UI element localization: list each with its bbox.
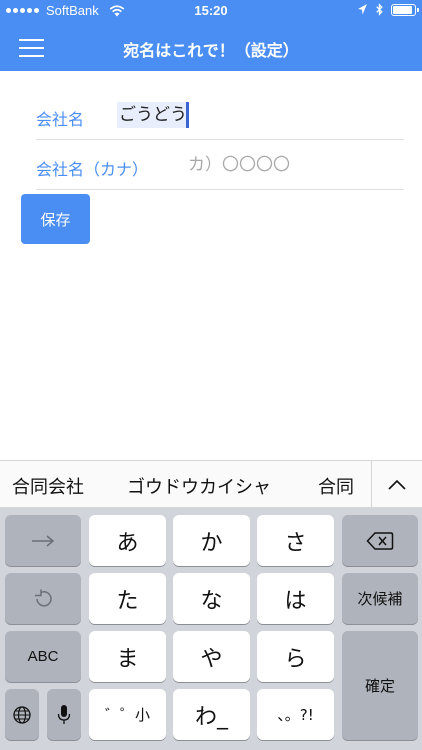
key-a-label: あ — [116, 530, 139, 556]
company-kana-input[interactable] — [188, 152, 388, 178]
location-arrow-icon — [358, 4, 367, 15]
arrow-right-icon — [32, 534, 55, 547]
battery-icon — [391, 3, 419, 16]
key-ta[interactable]: た — [89, 573, 166, 624]
confirm-key[interactable]: 確定 — [342, 631, 418, 740]
dakuten-small-key[interactable]: ゛゜小 — [89, 689, 166, 740]
candidate-item[interactable]: ゴウドウカイシャ — [127, 473, 271, 499]
key-ka[interactable]: か — [173, 515, 250, 566]
microphone-icon — [57, 704, 71, 724]
key-ka-label: か — [200, 530, 223, 556]
text-cursor — [186, 102, 189, 128]
company-name-label: 会社名 — [36, 110, 85, 129]
key-sa[interactable]: さ — [257, 515, 334, 566]
dakuten-small-label: ゛゜小 — [104, 706, 150, 724]
key-ya[interactable]: や — [173, 631, 250, 682]
company-name-input[interactable]: ごうどう — [117, 102, 189, 128]
candidate-bar: 合同会社 ゴウドウカイシャ 合同 — [0, 460, 422, 508]
key-wa[interactable]: わ_ — [173, 689, 250, 740]
abc-key-label: ABC — [27, 648, 59, 665]
save-button[interactable]: 保存 — [21, 194, 90, 244]
page-title: 宛名はこれで！（設定） — [123, 41, 299, 60]
key-ya-label: や — [200, 646, 223, 672]
candidate-expand-button[interactable] — [372, 461, 422, 508]
status-right — [357, 3, 419, 16]
punctuation-key-label: 、。?! — [277, 706, 314, 724]
key-ma-label: ま — [116, 646, 139, 672]
microphone-key[interactable] — [47, 689, 81, 740]
status-bar: SoftBank 15:20 — [0, 0, 422, 24]
company-kana-row: 会社名（カナ） — [36, 140, 404, 190]
key-ha[interactable]: は — [257, 573, 334, 624]
undo-icon — [35, 589, 52, 607]
key-ha-label: は — [284, 588, 307, 614]
hamburger-menu-icon[interactable] — [19, 39, 44, 57]
chevron-up-icon — [388, 479, 406, 490]
abc-key[interactable]: ABC — [5, 631, 81, 682]
candidate-item[interactable]: 合同 — [318, 473, 354, 499]
key-na[interactable]: な — [173, 573, 250, 624]
candidate-item[interactable]: 合同会社 — [12, 473, 84, 499]
globe-key[interactable] — [5, 689, 39, 740]
company-name-row: 会社名 ごうどう — [36, 90, 404, 140]
backspace-icon — [366, 531, 394, 550]
key-na-label: な — [200, 588, 223, 614]
next-candidate-key[interactable]: 次候補 — [342, 573, 418, 624]
company-kana-label: 会社名（カナ） — [36, 160, 149, 179]
globe-icon — [13, 705, 31, 724]
key-ra[interactable]: ら — [257, 631, 334, 682]
key-wa-label: わ_ — [194, 704, 228, 730]
confirm-key-label: 確定 — [364, 677, 395, 695]
japanese-flick-keyboard: あ か さ た な は 次候補 ABC ま や ら 確定 ゛゜小 わ_ 、。?! — [0, 508, 422, 750]
key-sa-label: さ — [284, 530, 307, 556]
key-a[interactable]: あ — [89, 515, 166, 566]
punctuation-key[interactable]: 、。?! — [257, 689, 334, 740]
bluetooth-icon — [376, 3, 383, 16]
undo-key[interactable] — [5, 573, 81, 624]
app-header: 宛名はこれで！（設定） — [0, 24, 422, 71]
battery-level — [393, 5, 412, 14]
key-ta-label: た — [116, 588, 139, 614]
arrow-right-key[interactable] — [5, 515, 81, 566]
backspace-key[interactable] — [342, 515, 418, 566]
key-ra-label: ら — [284, 646, 307, 672]
key-ma[interactable]: ま — [89, 631, 166, 682]
next-candidate-label: 次候補 — [357, 590, 403, 608]
